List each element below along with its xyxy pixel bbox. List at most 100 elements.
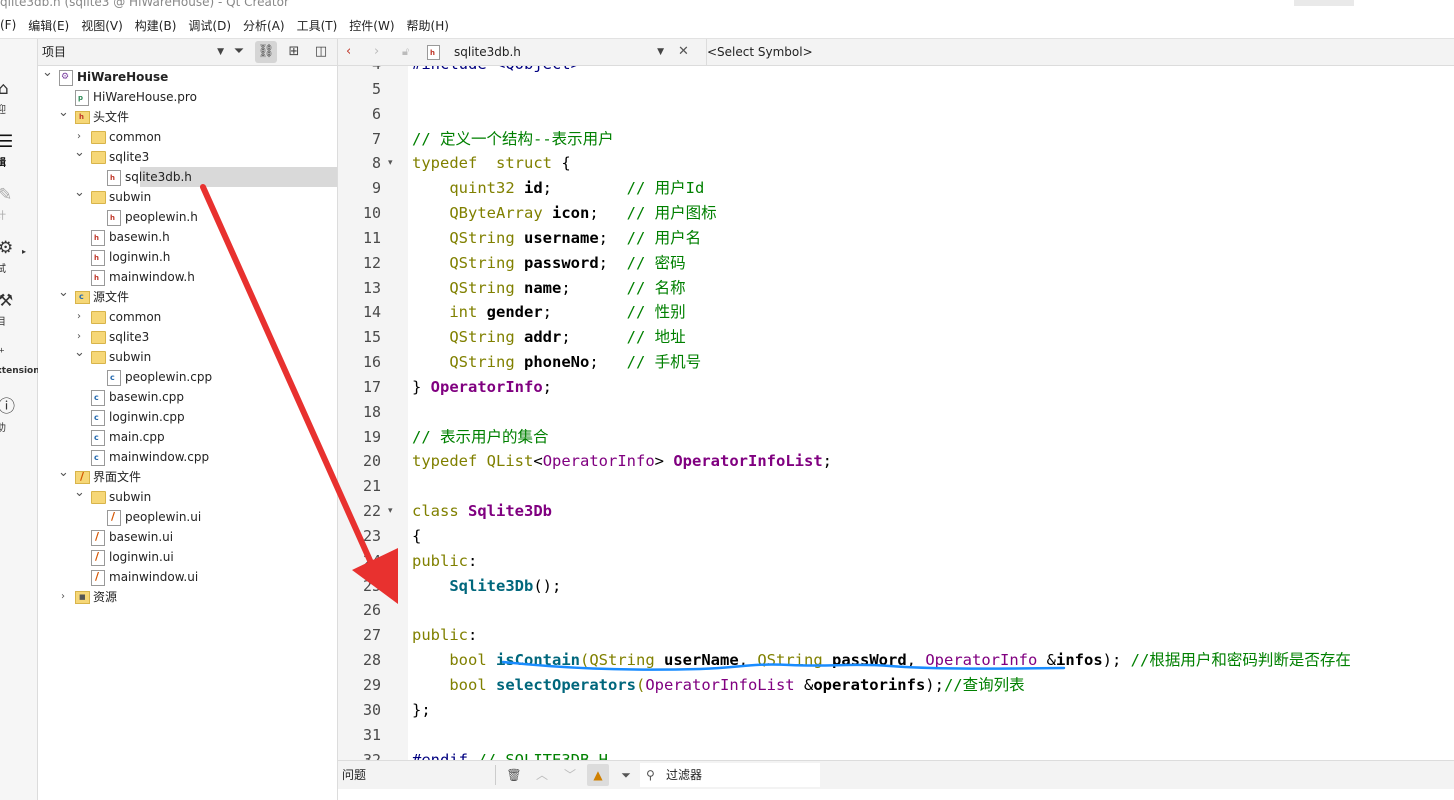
- issues-pane-toolbar: 问题 🗑︎ ︿ ﹀ ▲ ⏷ ⚲ 过滤器: [338, 760, 1454, 790]
- tree-item[interactable]: sqlite3db.h: [107, 167, 337, 187]
- chevron-down-icon[interactable]: ⌄: [58, 283, 69, 303]
- fold-marker-icon[interactable]: ▾: [388, 151, 393, 175]
- mode-edit[interactable]: ☰ 编辑: [0, 132, 36, 184]
- line-number: 6: [371, 104, 381, 123]
- close-icon[interactable]: ✕: [678, 39, 689, 65]
- tree-item-label: mainwindow.cpp: [109, 450, 210, 464]
- menu-item[interactable]: 视图(V): [75, 17, 129, 34]
- chevron-down-icon[interactable]: ﹀: [559, 764, 581, 786]
- tree-item[interactable]: loginwin.ui: [38, 547, 337, 567]
- chevron-down-icon[interactable]: ⌄: [74, 343, 85, 363]
- view-selector[interactable]: 项目 ▼: [38, 40, 228, 64]
- tree-item[interactable]: loginwin.h: [38, 247, 337, 267]
- tree-item[interactable]: ⌄ subwin: [38, 345, 337, 367]
- menu-item[interactable]: 调试(D): [182, 17, 237, 34]
- mode-welcome[interactable]: ⌂ 欢迎: [0, 79, 36, 131]
- back-icon[interactable]: ‹: [346, 39, 351, 65]
- chevron-right-icon[interactable]: ›: [74, 307, 84, 327]
- tree-item[interactable]: ⌄ HiWareHouse: [38, 65, 337, 87]
- tree-item[interactable]: ⌄ subwin: [38, 485, 337, 507]
- close-sidebar-icon[interactable]: ◫: [310, 41, 332, 63]
- tree-item[interactable]: peoplewin.ui: [38, 507, 337, 527]
- menu-item[interactable]: 工具(T): [291, 17, 344, 34]
- code-token: // 用户图标: [626, 204, 717, 223]
- tree-item[interactable]: basewin.ui: [38, 527, 337, 547]
- tree-item[interactable]: ⌄ subwin: [38, 185, 337, 207]
- code-token: Sqlite3Db: [449, 576, 534, 595]
- code-token: ;: [561, 328, 627, 347]
- tree-item[interactable]: mainwindow.h: [38, 267, 337, 287]
- menu-item[interactable]: (F): [0, 18, 22, 32]
- mode-help[interactable]: ⓘ 帮助: [0, 397, 36, 449]
- mode-debug[interactable]: ⚙ 调试: [0, 238, 36, 290]
- code-line: 18: [338, 400, 1454, 424]
- tree-item[interactable]: HiWareHouse.pro: [38, 87, 337, 107]
- tree-item[interactable]: › common: [38, 307, 337, 327]
- fold-marker-icon[interactable]: ▾: [388, 499, 393, 523]
- code-text: // 定义一个结构--表示用户: [412, 127, 614, 151]
- warning-icon[interactable]: ▲: [587, 764, 609, 786]
- code-line: 27 public:: [338, 623, 1454, 647]
- code-text: typedef struct {: [412, 151, 571, 175]
- edit-icon: ☰: [0, 132, 14, 152]
- link-icon[interactable]: ⛓: [255, 41, 277, 63]
- menu-item[interactable]: 分析(A): [237, 17, 291, 34]
- chevron-down-icon[interactable]: ⌄: [74, 183, 85, 203]
- tree-item[interactable]: ⌄ 源文件: [38, 285, 337, 307]
- symbol-selector[interactable]: <Select Symbol>: [706, 39, 1454, 65]
- mode-projects[interactable]: ⚒ 项目: [0, 291, 36, 343]
- chevron-right-icon[interactable]: ›: [58, 587, 68, 607]
- chevron-down-icon[interactable]: ⌄: [58, 463, 69, 483]
- tree-item-label: common: [109, 310, 162, 324]
- tree-item-label: basewin.ui: [109, 530, 174, 544]
- chevron-up-icon[interactable]: ︿: [531, 764, 553, 786]
- code-token: passWord: [832, 651, 907, 670]
- tree-item[interactable]: ⌄ sqlite3: [38, 145, 337, 167]
- chevron-down-icon[interactable]: ⌄: [74, 483, 85, 503]
- file-cpp-icon: [91, 430, 105, 446]
- tree-item[interactable]: basewin.cpp: [38, 387, 337, 407]
- tree-item[interactable]: peoplewin.h: [38, 207, 337, 227]
- menu-item[interactable]: 控件(W): [343, 17, 400, 34]
- file-h-icon: [91, 270, 105, 286]
- tree-item[interactable]: main.cpp: [38, 427, 337, 447]
- chevron-down-icon[interactable]: ⌄: [58, 103, 69, 123]
- trash-icon[interactable]: 🗑︎: [503, 764, 525, 786]
- code-line: 10 QByteArray icon; // 用户图标: [338, 201, 1454, 225]
- forward-icon[interactable]: ›: [374, 39, 379, 65]
- tree-item[interactable]: peoplewin.cpp: [38, 367, 337, 387]
- filter-icon[interactable]: ⏷: [615, 764, 637, 786]
- chevron-down-icon: ▼: [657, 47, 664, 57]
- file-selector[interactable]: sqlite3db.h ▼: [424, 39, 666, 65]
- window-controls[interactable]: [1294, 0, 1354, 6]
- tree-item[interactable]: › 资源: [38, 587, 337, 607]
- tree-item[interactable]: ⌄ 头文件: [38, 105, 337, 127]
- line-number: 19: [362, 427, 381, 446]
- code-token: &: [1037, 651, 1056, 670]
- tree-item[interactable]: loginwin.cpp: [38, 407, 337, 427]
- code-line: 26: [338, 598, 1454, 622]
- code-editor[interactable]: 4 #include <QObject> 5 6 7 // 定义一个结构--表示用户 8 ▾ t…: [338, 66, 1454, 760]
- code-token: QString: [589, 651, 655, 670]
- filter-icon[interactable]: ⏷: [228, 41, 250, 63]
- mode-design[interactable]: ✎ 设计: [0, 185, 36, 237]
- tree-item-label: HiWareHouse: [77, 70, 169, 84]
- issues-filter-input[interactable]: ⚲ 过滤器: [640, 763, 820, 787]
- tree-item-label: 资源: [93, 590, 118, 604]
- chevron-down-icon[interactable]: ⌄: [74, 143, 85, 163]
- design-icon: ✎: [0, 185, 13, 205]
- code-line: 7 // 定义一个结构--表示用户: [338, 127, 1454, 151]
- split-icon[interactable]: ⊞: [283, 41, 305, 63]
- code-token: OperatorInfoList: [673, 452, 823, 471]
- tree-item-label: mainwindow.ui: [109, 570, 199, 584]
- chevron-down-icon[interactable]: ⌄: [42, 63, 53, 83]
- tree-item[interactable]: mainwindow.ui: [38, 567, 337, 587]
- menu-item[interactable]: 构建(B): [129, 17, 183, 34]
- mode-expand-icon[interactable]: ▸: [22, 247, 26, 256]
- tree-item[interactable]: mainwindow.cpp: [38, 447, 337, 467]
- menu-item[interactable]: 帮助(H): [401, 17, 455, 34]
- mode-extensions[interactable]: ⁺ xtensions: [0, 344, 45, 396]
- menu-item[interactable]: 编辑(E): [22, 17, 75, 34]
- tree-item[interactable]: basewin.h: [38, 227, 337, 247]
